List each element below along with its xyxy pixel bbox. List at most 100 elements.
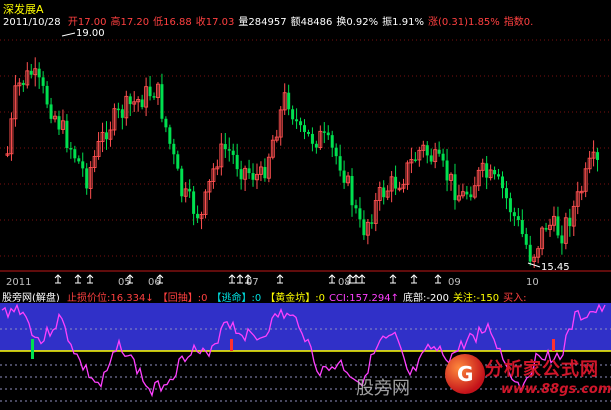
candle-body <box>49 104 53 119</box>
quote-field: 开17.00 <box>68 17 107 27</box>
candle-body <box>465 191 469 195</box>
candle-body <box>370 222 374 224</box>
quote-field-value: 17.00 <box>77 17 107 27</box>
candle-body <box>334 147 338 157</box>
logo-icon: G <box>445 354 485 394</box>
quote-field-value: 1.91% <box>392 17 424 27</box>
quote-field-value: 48486 <box>300 17 333 27</box>
event-arrow-icon[interactable] <box>228 274 236 284</box>
event-arrow-icon[interactable] <box>276 274 284 284</box>
quote-field: 收17.03 <box>196 17 235 27</box>
quote-field-label: 额 <box>290 17 301 27</box>
candle-body <box>160 84 164 119</box>
candle-body <box>176 154 180 169</box>
quote-field-value: 16.88 <box>163 17 192 27</box>
signal-bar <box>552 339 555 351</box>
quote-field: 涨(0.31)1.85% <box>428 17 500 27</box>
candle-body <box>493 169 497 175</box>
indicator-item: 关注:-150 <box>453 293 500 302</box>
candle-body <box>445 160 449 181</box>
event-arrow-icon[interactable] <box>74 274 82 284</box>
candle-body <box>326 132 330 136</box>
candle-body <box>45 85 49 105</box>
candle-body <box>453 174 457 201</box>
indicator-item: CCI:157.294↑ <box>328 293 399 302</box>
quote-field-value: 0. <box>523 17 534 27</box>
candle-body <box>394 176 398 189</box>
candle-body <box>69 148 73 150</box>
price-candlestick-chart[interactable]: 19.00 15.45 <box>0 28 611 272</box>
event-arrow-icon[interactable] <box>389 274 397 284</box>
event-arrow-icon[interactable] <box>86 274 94 284</box>
candle-body <box>140 99 144 108</box>
brand-url: www.88gs.com <box>501 382 611 397</box>
quote-field-label: 低 <box>153 17 164 27</box>
candle-body <box>310 133 314 144</box>
quote-field-label: 换 <box>336 17 347 27</box>
date-axis-label: 10 <box>526 277 539 287</box>
candle-body <box>524 234 528 245</box>
event-arrow-icon[interactable] <box>352 274 360 284</box>
brand-name: 分析家公式网 <box>485 359 599 380</box>
event-arrow-icon[interactable] <box>54 274 62 284</box>
event-arrow-icon[interactable] <box>328 274 336 284</box>
candle-body <box>322 131 326 133</box>
candle-body <box>330 135 334 148</box>
brand-logo: G 分析家公式网 www.88gs.com <box>443 352 611 408</box>
candle-body <box>516 216 520 221</box>
indicator-item: 止损价位:16.334↓ <box>67 293 154 302</box>
quote-field: 振1.91% <box>382 17 424 27</box>
candle-body <box>120 109 124 118</box>
signal-bar <box>230 339 233 351</box>
candle-body <box>520 220 524 235</box>
candle-body <box>247 168 251 174</box>
candle-body <box>251 173 255 180</box>
quote-field-value: (0.31)1.85% <box>437 17 500 27</box>
candle-body <box>362 219 366 236</box>
candle-body <box>441 153 445 161</box>
quote-field-label: 收 <box>195 17 206 27</box>
date-axis-label: 06 <box>148 277 161 287</box>
candle-body <box>338 156 342 171</box>
high-price-label: 19.00 <box>76 28 105 39</box>
candle-body <box>57 116 61 130</box>
candle-body <box>21 82 25 85</box>
indicator-name[interactable]: 股旁网(解盘) <box>2 293 60 302</box>
event-arrow-icon[interactable] <box>358 274 366 284</box>
candle-body <box>168 127 172 144</box>
candle-body <box>504 188 508 199</box>
candle-body <box>85 168 89 189</box>
quote-field: 换0.92% <box>336 17 378 27</box>
candle-body <box>528 244 532 262</box>
event-arrow-icon[interactable] <box>236 274 244 284</box>
candle-body <box>568 217 572 227</box>
candle-body <box>152 96 156 98</box>
candle-body <box>116 108 120 111</box>
date-axis-label: 05 <box>118 277 131 287</box>
candle-body <box>314 143 318 148</box>
quote-field: 量284957 <box>238 17 286 27</box>
quote-field-value: 0.92% <box>346 17 379 27</box>
quote-field-label: 指数 <box>503 17 524 27</box>
signal-bar <box>31 339 34 359</box>
candle-body <box>497 174 501 177</box>
candle-body <box>231 150 235 155</box>
event-arrow-icon[interactable] <box>410 274 418 284</box>
high-marker-line <box>61 32 76 37</box>
candle-body <box>382 187 386 198</box>
candle-body <box>77 158 81 162</box>
quote-field-value: 17.20 <box>120 17 150 27</box>
quote-field: 额48486 <box>291 17 333 27</box>
quote-bar: 2011/10/28 开17.00 高17.20 低16.88 收17.03 量2849… <box>3 13 611 27</box>
quote-field-label: 开 <box>67 17 78 27</box>
candle-body <box>413 159 417 161</box>
quote-field: 指数0. <box>504 17 534 27</box>
candle-body <box>512 212 516 217</box>
watermark-text: 股旁网 <box>356 378 410 399</box>
indicator-item: 底部:-200 <box>402 293 450 302</box>
candle-body <box>437 149 441 154</box>
candle-body <box>429 155 433 162</box>
candle-body <box>544 228 548 230</box>
event-arrow-icon[interactable] <box>434 274 442 284</box>
date-axis-label: 09 <box>448 277 461 287</box>
